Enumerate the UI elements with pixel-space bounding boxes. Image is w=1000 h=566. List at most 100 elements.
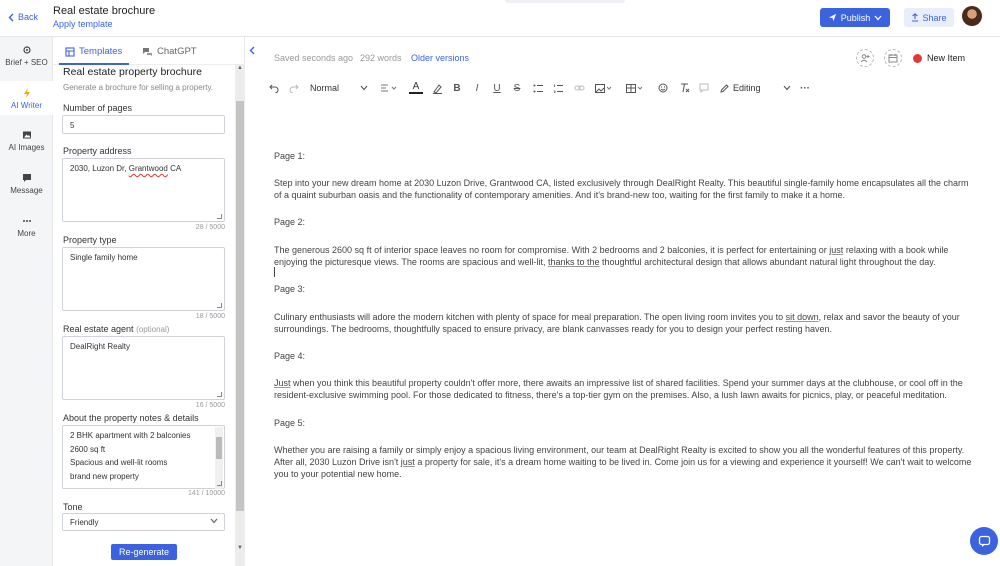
paragraph-style-value: Normal bbox=[310, 83, 340, 93]
resize-handle[interactable] bbox=[217, 303, 222, 308]
bullet-list-icon[interactable] bbox=[531, 79, 545, 97]
suggestion-text[interactable]: just bbox=[829, 245, 843, 255]
rail-item-ai-images[interactable]: AI Images bbox=[0, 130, 53, 152]
undo-icon[interactable] bbox=[268, 79, 280, 97]
text-run: The generous 2600 sq ft of interior spac… bbox=[274, 245, 830, 255]
document-title[interactable]: Real estate brochure bbox=[53, 5, 155, 17]
tab-label: ChatGPT bbox=[157, 46, 197, 57]
resize-handle[interactable] bbox=[217, 214, 222, 219]
optional-hint: (optional) bbox=[136, 325, 170, 334]
resize-handle[interactable] bbox=[217, 392, 222, 397]
address-text-misspelled: Grantwood bbox=[128, 164, 168, 173]
older-versions-link[interactable]: Older versions bbox=[411, 53, 469, 63]
type-text: Single family home bbox=[70, 253, 138, 262]
back-button[interactable]: Back bbox=[8, 12, 38, 22]
ai-writer-panel: Templates ChatGPT Real estate property b… bbox=[53, 37, 245, 566]
strikethrough-icon[interactable]: S bbox=[511, 79, 523, 97]
word-count: 292 words bbox=[360, 53, 402, 63]
pencil-icon bbox=[720, 83, 729, 93]
avatar[interactable] bbox=[962, 6, 982, 26]
top-bar: Back Real estate brochure Apply template… bbox=[0, 0, 1000, 37]
page-heading: Page 4: bbox=[274, 351, 306, 361]
editing-mode-value: Editing bbox=[733, 83, 761, 93]
tab-templates[interactable]: Templates bbox=[65, 46, 122, 57]
more-options-icon[interactable]: ··· bbox=[799, 79, 811, 97]
text-color-icon[interactable]: A bbox=[408, 79, 424, 97]
save-status: Saved seconds ago bbox=[274, 53, 354, 63]
suggestion-text[interactable]: sit down bbox=[786, 312, 819, 322]
notes-line: brand new property bbox=[70, 471, 139, 481]
underline-icon[interactable]: U bbox=[491, 79, 503, 97]
notes-scrollbar[interactable] bbox=[215, 427, 223, 489]
template-subtitle: Generate a brochure for selling a proper… bbox=[63, 83, 214, 92]
address-text: 2030, Luzon Dr, bbox=[70, 164, 129, 173]
pages-input[interactable]: 5 bbox=[62, 115, 225, 134]
panel-scroll-thumb[interactable] bbox=[236, 101, 244, 511]
tone-value: Friendly bbox=[70, 518, 99, 527]
link-icon[interactable] bbox=[572, 79, 586, 97]
suggestion-text[interactable]: just bbox=[401, 457, 415, 467]
table-icon[interactable] bbox=[624, 79, 646, 97]
add-user-icon[interactable] bbox=[856, 49, 874, 67]
rail-label: Brief + SEO bbox=[5, 58, 48, 67]
page-heading: Page 2: bbox=[274, 217, 306, 227]
numbered-list-icon[interactable] bbox=[551, 79, 565, 97]
page-paragraph: Step into your new dream home at 2030 Lu… bbox=[274, 178, 969, 200]
template-title: Real estate property brochure bbox=[63, 66, 202, 78]
chevron-down-icon[interactable] bbox=[360, 79, 368, 97]
calendar-icon[interactable] bbox=[884, 49, 902, 67]
publish-button[interactable]: Publish bbox=[820, 8, 890, 27]
notes-count: 141 / 10000 bbox=[188, 490, 225, 497]
notes-textarea[interactable]: 2 BHK apartment with 2 balconies 2600 sq… bbox=[62, 425, 225, 489]
rail-item-brief-seo[interactable]: Brief + SEO bbox=[0, 45, 53, 67]
rail-item-message[interactable]: Message bbox=[0, 173, 53, 195]
editing-mode-select[interactable]: Editing bbox=[720, 79, 780, 97]
share-button[interactable]: Share bbox=[904, 8, 954, 27]
highlight-icon[interactable] bbox=[430, 79, 444, 97]
dots-icon bbox=[22, 220, 31, 222]
suggestion-text[interactable]: thanks to the bbox=[548, 257, 600, 267]
tab-chatgpt[interactable]: ChatGPT bbox=[142, 46, 197, 57]
collapse-panel-button[interactable] bbox=[246, 40, 258, 60]
bold-icon[interactable]: B bbox=[451, 79, 463, 97]
chevron-left-icon bbox=[249, 46, 255, 54]
clear-format-icon[interactable] bbox=[677, 79, 691, 97]
chevron-down-icon[interactable] bbox=[782, 79, 792, 97]
tab-label: Templates bbox=[79, 46, 123, 57]
redo-icon[interactable] bbox=[288, 79, 300, 97]
notes-scroll-thumb[interactable] bbox=[216, 437, 222, 459]
scroll-down-arrow[interactable]: ▼ bbox=[235, 545, 245, 555]
insert-image-icon[interactable] bbox=[593, 79, 615, 97]
agent-textarea[interactable]: DealRight Realty bbox=[62, 336, 225, 400]
type-textarea[interactable]: Single family home bbox=[62, 247, 225, 311]
chevron-left-icon bbox=[8, 13, 14, 21]
align-icon[interactable] bbox=[378, 79, 400, 97]
page-paragraph: Culinary enthusiasts will adore the mode… bbox=[274, 311, 972, 335]
address-text: CA bbox=[167, 164, 182, 173]
rail-label: Message bbox=[10, 186, 43, 195]
panel-scrollbar[interactable]: ▲ ▼ bbox=[235, 65, 245, 566]
agent-label: Real estate agent (optional) bbox=[63, 324, 169, 334]
chat-support-button[interactable] bbox=[970, 527, 998, 555]
address-label: Property address bbox=[63, 146, 132, 156]
regenerate-button[interactable]: Re-generate bbox=[111, 544, 177, 560]
address-textarea[interactable]: 2030, Luzon Dr, Grantwood CA bbox=[62, 158, 225, 222]
chevron-down-icon bbox=[210, 518, 218, 524]
page-heading: Page 3: bbox=[274, 284, 306, 294]
scroll-up-arrow[interactable]: ▲ bbox=[235, 65, 245, 75]
apply-template-link[interactable]: Apply template bbox=[53, 19, 113, 29]
suggestion-text[interactable]: Just bbox=[274, 378, 291, 388]
emoji-icon[interactable] bbox=[657, 79, 669, 97]
notes-line: Spacious and well-lit rooms bbox=[70, 458, 168, 467]
page-paragraph: Just when you think this beautiful prope… bbox=[274, 377, 972, 401]
rail-item-more[interactable]: More bbox=[0, 216, 53, 238]
upload-icon bbox=[912, 13, 919, 22]
resize-handle[interactable] bbox=[217, 481, 222, 486]
new-item-status[interactable]: New Item bbox=[913, 53, 965, 63]
type-label: Property type bbox=[63, 235, 117, 245]
rail-item-ai-writer[interactable]: AI Writer bbox=[0, 81, 53, 115]
comment-icon[interactable] bbox=[698, 79, 710, 97]
text-cursor bbox=[274, 267, 275, 277]
italic-icon[interactable]: I bbox=[471, 79, 483, 97]
tone-select[interactable]: Friendly bbox=[62, 513, 225, 531]
